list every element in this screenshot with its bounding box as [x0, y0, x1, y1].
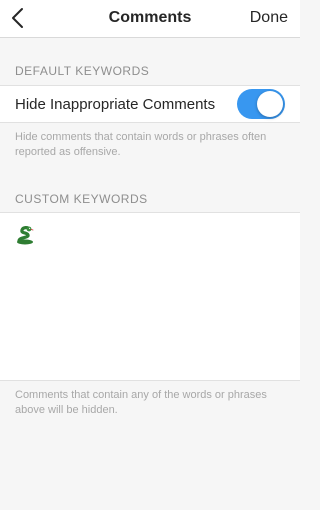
- custom-keywords-area[interactable]: [0, 212, 300, 381]
- hide-inappropriate-row: Hide Inappropriate Comments: [0, 85, 300, 123]
- default-keywords-description: Hide comments that contain words or phra…: [15, 131, 267, 158]
- snake-icon: [15, 225, 35, 245]
- chevron-left-icon: [12, 8, 23, 28]
- done-button[interactable]: Done: [250, 9, 288, 27]
- custom-keywords-input[interactable]: [40, 221, 285, 371]
- custom-keywords-footnote: Comments that contain any of the words o…: [15, 389, 267, 416]
- hide-inappropriate-toggle[interactable]: [237, 89, 285, 119]
- toggle-knob: [257, 91, 283, 117]
- custom-keywords-header: CUSTOM KEYWORDS: [15, 192, 148, 206]
- hide-inappropriate-label: Hide Inappropriate Comments: [15, 96, 216, 113]
- navigation-bar: Comments Done: [0, 0, 300, 38]
- back-button[interactable]: [8, 6, 30, 30]
- default-keywords-header: DEFAULT KEYWORDS: [15, 64, 150, 78]
